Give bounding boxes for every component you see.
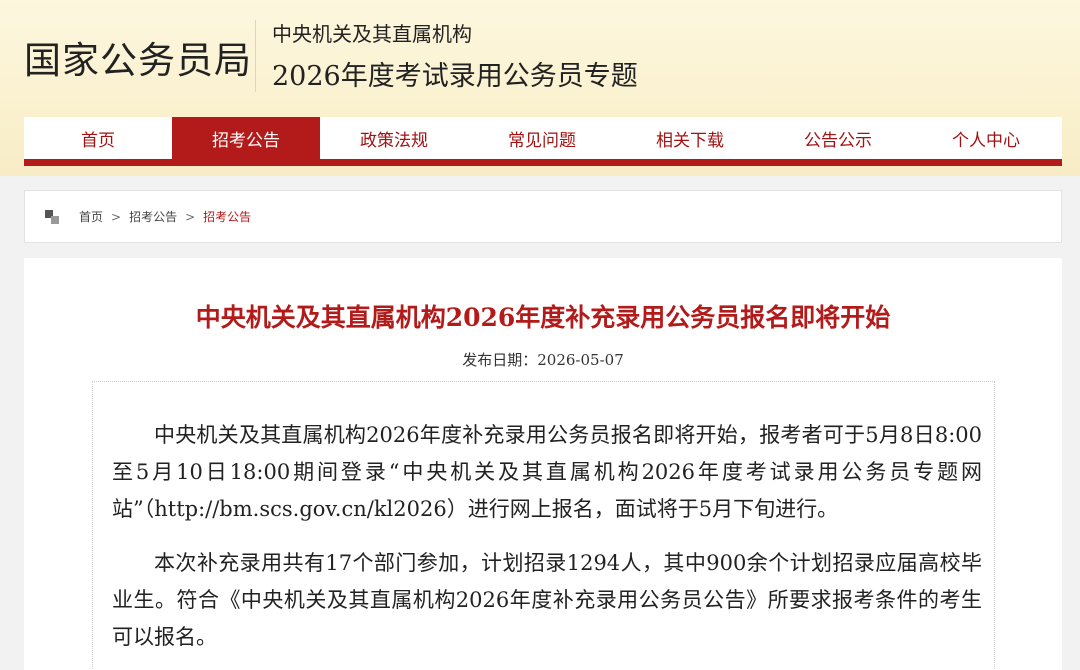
nav-item-recruitment-notices[interactable]: 招考公告 [172, 117, 320, 166]
breadcrumb-separator: > [111, 209, 122, 224]
site-header: 国家公务员局 中央机关及其直属机构 2026年度考试录用公务员专题 首页 招考公… [0, 0, 1080, 176]
nav-item-announcements[interactable]: 公告公示 [764, 117, 912, 166]
nav-item-faq[interactable]: 常见问题 [468, 117, 616, 166]
article-paragraph: 中央机关及其直属机构2026年度补充录用公务员报名即将开始，报考者可于5月8日8… [112, 423, 982, 521]
article-title: 中央机关及其直属机构2026年度补充录用公务员报名即将开始 [195, 303, 891, 332]
breadcrumb-home-link[interactable]: 首页 [79, 208, 103, 225]
nav-item-downloads[interactable]: 相关下载 [616, 117, 764, 166]
breadcrumb-current[interactable]: 招考公告 [203, 208, 251, 225]
nav-item-home[interactable]: 首页 [24, 117, 172, 166]
header-subtitle-small: 中央机关及其直属机构 [272, 22, 472, 46]
article-paragraph: 本次补充录用共有17个部门参加，计划招录1294人，其中900余个计划招录应届高… [112, 551, 982, 649]
breadcrumb-notices-link[interactable]: 招考公告 [129, 208, 177, 225]
main-nav: 首页 招考公告 政策法规 常见问题 相关下载 公告公示 个人中心 [24, 117, 1062, 166]
nav-item-personal-center[interactable]: 个人中心 [912, 117, 1060, 166]
article-container: 中央机关及其直属机构2026年度补充录用公务员报名即将开始 发布日期：2026-… [24, 258, 1062, 670]
publish-date: 发布日期：2026-05-07 [462, 351, 624, 369]
header-divider [255, 20, 256, 92]
nav-item-policies[interactable]: 政策法规 [320, 117, 468, 166]
site-logo[interactable]: 国家公务员局 [24, 30, 252, 84]
breadcrumb-separator: > [185, 209, 196, 224]
home-icon [45, 209, 59, 224]
header-subtitle-large: 2026年度考试录用公务员专题 [272, 61, 638, 92]
breadcrumb: 首页 > 招考公告 > 招考公告 [24, 190, 1062, 243]
